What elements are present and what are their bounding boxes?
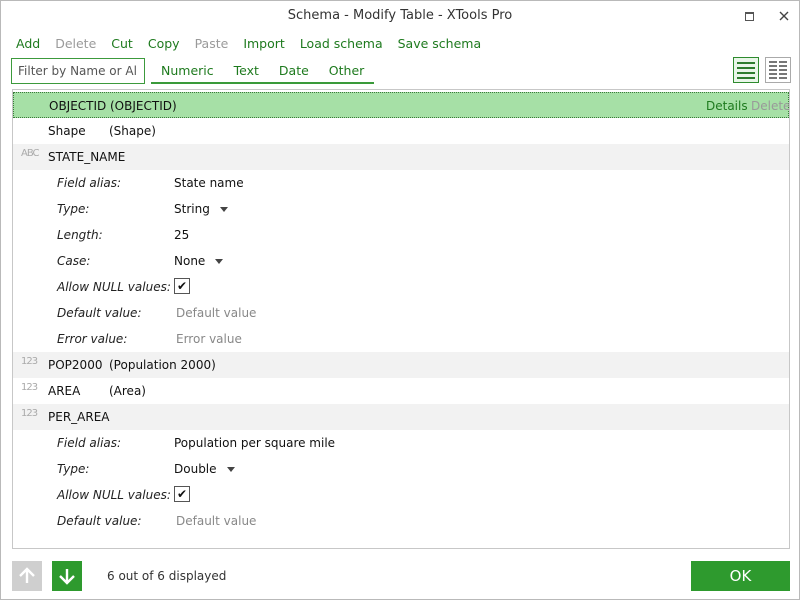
type-value: Double	[174, 462, 217, 476]
window-title: Schema - Modify Table - XTools Pro	[287, 8, 513, 23]
numeric-field-icon: 123	[21, 408, 38, 419]
ok-button[interactable]: OK	[691, 561, 790, 591]
check-icon: ✔	[176, 279, 188, 293]
delete-link[interactable]: Delete	[751, 99, 789, 113]
allow-null-label: Allow NULL values:	[57, 488, 171, 502]
filter-input[interactable]	[11, 58, 145, 84]
chevron-down-icon	[226, 467, 235, 472]
field-name: AREA	[48, 384, 81, 398]
numeric-field-icon: 123	[21, 356, 38, 367]
error-value-input[interactable]: Error value	[176, 332, 242, 346]
field-row-area[interactable]: 123 AREA (Area)	[13, 378, 789, 404]
type-dropdown[interactable]: String	[174, 202, 228, 216]
field-alias: (OBJECTID)	[110, 99, 177, 113]
text-field-icon: ABC	[21, 148, 39, 159]
close-icon	[779, 11, 789, 21]
move-down-button[interactable]	[52, 561, 82, 591]
field-alias-value[interactable]: State name	[174, 176, 244, 190]
error-value-label: Error value:	[57, 332, 128, 346]
case-dropdown[interactable]: None	[174, 254, 224, 268]
save-schema-button[interactable]: Save schema	[398, 36, 482, 54]
default-value-label: Default value:	[57, 514, 142, 528]
arrow-down-icon	[59, 569, 75, 585]
default-value-input[interactable]: Default value	[176, 306, 256, 320]
default-value-label: Default value:	[57, 306, 142, 320]
cut-button[interactable]: Cut	[111, 36, 133, 54]
field-name: STATE_NAME	[48, 150, 126, 164]
case-value: None	[174, 254, 206, 268]
allow-null-label: Allow NULL values:	[57, 280, 171, 294]
toolbar: Add Delete Cut Copy Paste Import Load sc…	[16, 36, 496, 54]
field-row-pop2000[interactable]: 123 POP2000 (Population 2000)	[13, 352, 789, 378]
tab-numeric[interactable]: Numeric	[151, 63, 224, 82]
load-schema-button[interactable]: Load schema	[300, 36, 383, 54]
field-alias-value[interactable]: Population per square mile	[174, 436, 335, 450]
field-alias-label: Field alias:	[57, 176, 122, 190]
allow-null-checkbox[interactable]: ✔	[174, 486, 190, 502]
chevron-down-icon	[215, 259, 224, 264]
list-view-icon	[737, 61, 755, 79]
field-alias: (Population 2000)	[109, 358, 216, 372]
tab-date[interactable]: Date	[269, 63, 319, 82]
field-type-tabs: Numeric Text Date Other	[151, 63, 375, 84]
case-label: Case:	[57, 254, 91, 268]
length-value[interactable]: 25	[174, 228, 189, 242]
grid-view-button[interactable]	[765, 57, 791, 83]
field-row-state-name[interactable]: ABC STATE_NAME	[13, 144, 789, 170]
check-icon: ✔	[176, 487, 188, 501]
type-label: Type:	[57, 462, 90, 476]
chevron-down-icon	[219, 207, 228, 212]
maximize-button[interactable]	[739, 6, 759, 26]
field-row-objectid[interactable]: OBJECTID (OBJECTID) Details Delete	[13, 92, 789, 118]
schema-window: Schema - Modify Table - XTools Pro Add D…	[0, 0, 800, 600]
allow-null-checkbox[interactable]: ✔	[174, 278, 190, 294]
title-bar: Schema - Modify Table - XTools Pro	[1, 1, 799, 31]
close-button[interactable]	[774, 6, 794, 26]
tab-other[interactable]: Other	[319, 63, 375, 82]
maximize-icon	[744, 11, 754, 21]
type-dropdown[interactable]: Double	[174, 462, 235, 476]
length-label: Length:	[57, 228, 103, 242]
field-name: OBJECTID	[49, 99, 107, 113]
tab-text[interactable]: Text	[224, 63, 269, 82]
field-alias: (Shape)	[109, 124, 156, 138]
numeric-field-icon: 123	[21, 382, 38, 393]
import-button[interactable]: Import	[243, 36, 285, 54]
delete-button[interactable]: Delete	[55, 36, 96, 54]
move-up-button[interactable]	[12, 561, 42, 591]
field-list: OBJECTID (OBJECTID) Details Delete Shape…	[12, 89, 790, 549]
type-value: String	[174, 202, 210, 216]
field-name: POP2000	[48, 358, 103, 372]
details-link[interactable]: Details	[706, 99, 748, 113]
add-button[interactable]: Add	[16, 36, 40, 54]
field-row-shape[interactable]: Shape (Shape)	[13, 118, 789, 144]
grid-view-icon	[769, 61, 787, 79]
status-text: 6 out of 6 displayed	[107, 569, 227, 583]
copy-button[interactable]: Copy	[148, 36, 180, 54]
field-name: Shape	[48, 124, 86, 138]
default-value-input[interactable]: Default value	[176, 514, 256, 528]
list-view-button[interactable]	[733, 57, 759, 83]
arrow-up-icon	[19, 567, 35, 583]
type-label: Type:	[57, 202, 90, 216]
field-alias-label: Field alias:	[57, 436, 122, 450]
field-row-per-area[interactable]: 123 PER_AREA	[13, 404, 789, 430]
field-name: PER_AREA	[48, 410, 110, 424]
field-alias: (Area)	[109, 384, 146, 398]
paste-button[interactable]: Paste	[195, 36, 229, 54]
